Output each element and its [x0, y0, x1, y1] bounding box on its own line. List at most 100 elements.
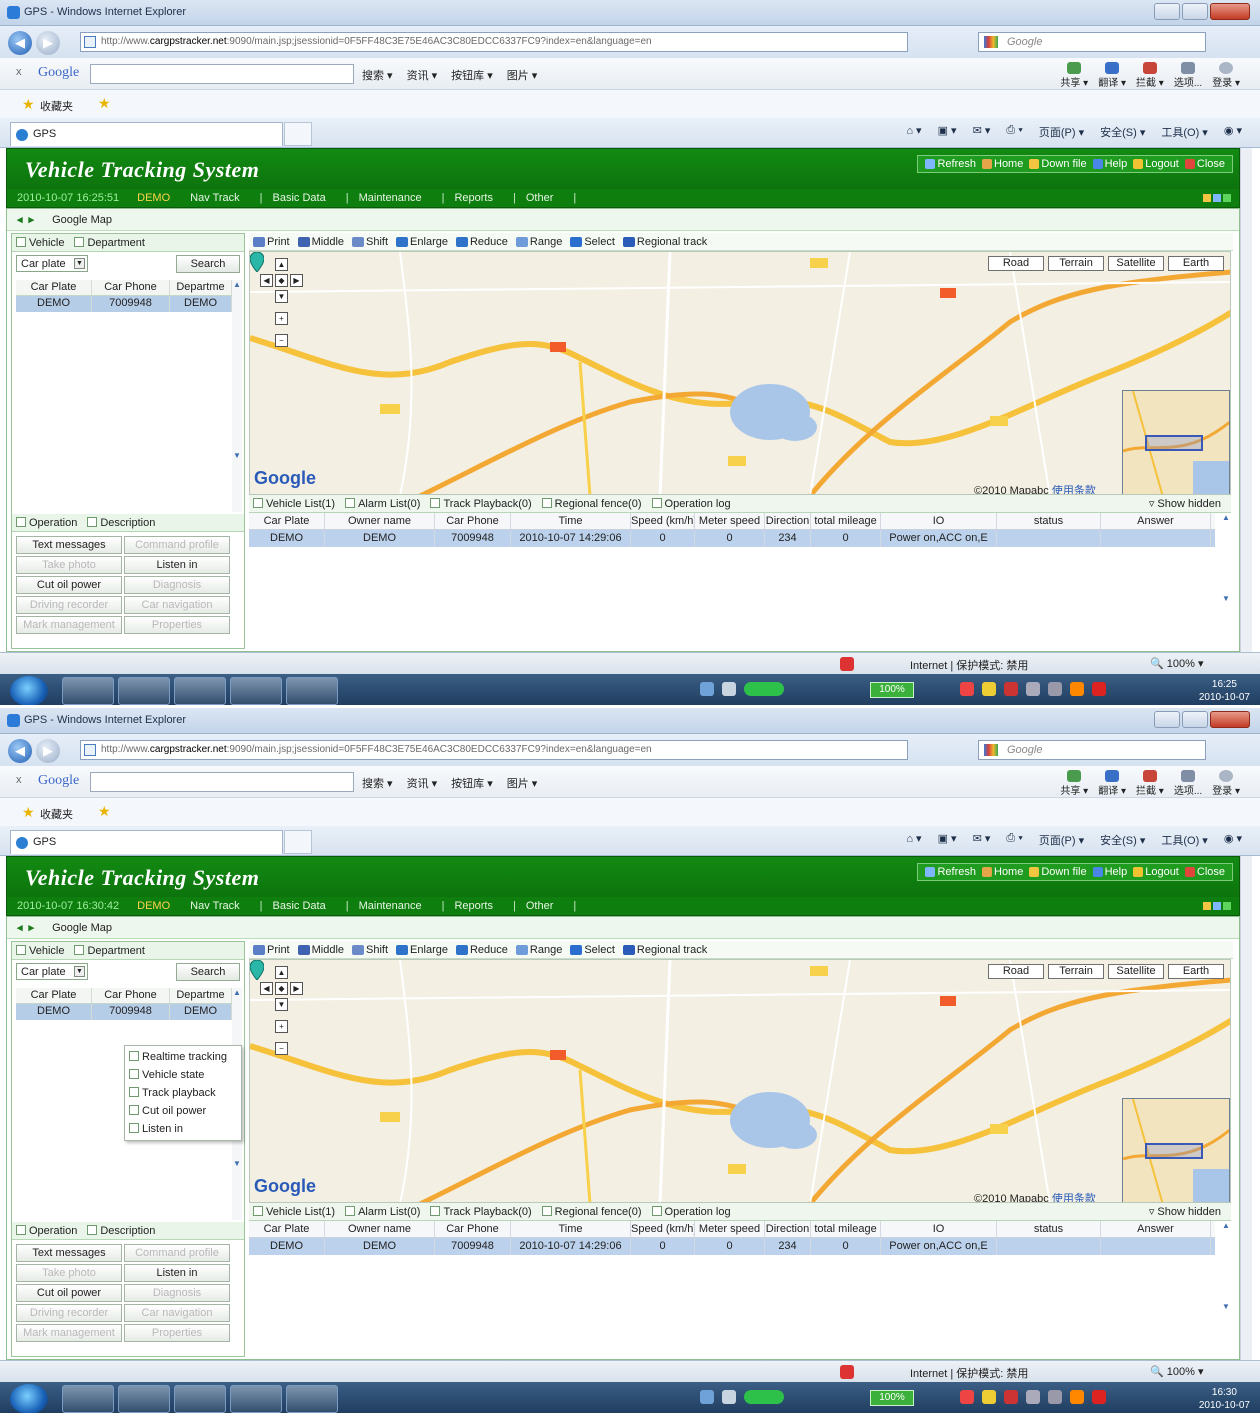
tray-help-icon[interactable]: [722, 1390, 736, 1404]
col-total-mileage[interactable]: total mileage: [811, 513, 881, 529]
col-owner-name[interactable]: Owner name: [325, 513, 435, 529]
tray-flash-icon[interactable]: [1092, 1390, 1106, 1404]
map-tool-regional-track[interactable]: Regional track: [622, 236, 707, 248]
add-favorite-icon[interactable]: ★: [98, 95, 111, 112]
tray-update-icon[interactable]: [1004, 1390, 1018, 1404]
taskbar-app-1[interactable]: [62, 1385, 114, 1413]
map-tool-print[interactable]: Print: [253, 236, 290, 248]
translate-button[interactable]: 翻译 ▾: [1098, 770, 1126, 797]
popup-blocked-icon[interactable]: [840, 657, 854, 671]
start-button[interactable]: [10, 1384, 48, 1413]
home-button[interactable]: Home: [979, 158, 1026, 170]
tab-operation-log[interactable]: Operation log: [651, 497, 731, 510]
logout-button[interactable]: Logout: [1130, 158, 1182, 170]
col-car-phone[interactable]: Car Phone: [92, 280, 170, 295]
tab-department[interactable]: Department: [74, 236, 145, 249]
toolbar-images-button[interactable]: 图片 ▾: [507, 67, 538, 83]
menu-basic-data[interactable]: Basic Data: [273, 192, 326, 204]
col-car-plate[interactable]: Car Plate: [16, 988, 92, 1003]
overview-map[interactable]: [1122, 1098, 1230, 1202]
tools-menu[interactable]: 工具(O) ▾: [1161, 124, 1207, 140]
toolbar-news-button[interactable]: 资讯 ▾: [407, 775, 438, 791]
tray-network2-icon[interactable]: [1048, 1390, 1062, 1404]
search-input[interactable]: Google: [978, 32, 1206, 52]
pan-up-icon[interactable]: ▲: [275, 966, 288, 979]
home-icon[interactable]: ⌂ ▾: [906, 832, 921, 848]
breadcrumb-google-map[interactable]: Google Map: [52, 922, 112, 934]
page-scrollbar[interactable]: [1240, 856, 1252, 1360]
close-window-button[interactable]: [1210, 3, 1250, 20]
map-tool-range[interactable]: Range: [515, 236, 562, 248]
col-status[interactable]: status: [997, 1221, 1101, 1237]
map-type-road[interactable]: Road: [988, 964, 1044, 979]
pan-left-icon[interactable]: ◀: [260, 274, 273, 287]
op-button-listen-in[interactable]: Listen in: [124, 1264, 230, 1282]
tray-network-icon[interactable]: [700, 682, 714, 696]
tray-help-icon[interactable]: [722, 682, 736, 696]
col-answer[interactable]: Answer: [1101, 513, 1211, 529]
close-button[interactable]: Close: [1182, 158, 1228, 170]
col-meter-speed[interactable]: Meter speed: [695, 513, 765, 529]
menu-nav-track[interactable]: Nav Track: [190, 192, 240, 204]
terms-link[interactable]: 使用条款: [1052, 1193, 1096, 1202]
close-button[interactable]: Close: [1182, 866, 1228, 878]
theme-yellow-icon[interactable]: [1203, 194, 1211, 202]
tab-department[interactable]: Department: [74, 944, 145, 957]
back-arrow-icon[interactable]: ◂: [17, 213, 23, 226]
feeds-icon[interactable]: ▣ ▾: [938, 832, 957, 848]
map-type-terrain[interactable]: Terrain: [1048, 964, 1104, 979]
help-button[interactable]: Help: [1090, 866, 1131, 878]
tray-network-icon[interactable]: [700, 1390, 714, 1404]
toolbar-search-button[interactable]: 搜索 ▾: [362, 775, 393, 791]
tab-operation-log[interactable]: Operation log: [651, 1205, 731, 1218]
context-realtime-tracking[interactable]: Realtime tracking: [125, 1048, 241, 1066]
help-button[interactable]: Help: [1090, 158, 1131, 170]
search-button[interactable]: Search: [176, 255, 240, 273]
safety-menu[interactable]: 安全(S) ▾: [1100, 124, 1145, 140]
map-tool-select[interactable]: Select: [570, 944, 615, 956]
overview-map[interactable]: [1122, 390, 1230, 494]
tray-security-icon[interactable]: [960, 682, 974, 696]
toolbar-search-button[interactable]: 搜索 ▾: [362, 67, 393, 83]
vehicle-row[interactable]: DEMO 7009948 DEMO: [16, 1004, 232, 1020]
toolbar-images-button[interactable]: 图片 ▾: [507, 775, 538, 791]
tab-operation[interactable]: Operation: [16, 1224, 77, 1237]
pan-down-icon[interactable]: ▼: [275, 998, 288, 1011]
address-input[interactable]: http://www.cargpstracker.net:9090/main.j…: [80, 740, 908, 760]
col-io[interactable]: IO: [881, 513, 997, 529]
overview-viewport[interactable]: [1145, 1143, 1203, 1159]
tab-description[interactable]: Description: [87, 1224, 155, 1237]
home-icon[interactable]: ⌂ ▾: [906, 124, 921, 140]
tab-vehicle-list[interactable]: Vehicle List(1): [253, 1205, 335, 1218]
minimize-button[interactable]: [1154, 3, 1180, 20]
col-car-phone[interactable]: Car Phone: [435, 513, 511, 529]
toolbar-buttons-button[interactable]: 按钮库 ▾: [451, 775, 493, 791]
tools-menu[interactable]: 工具(O) ▾: [1161, 832, 1207, 848]
share-button[interactable]: 共享 ▾: [1060, 770, 1088, 797]
new-tab-button[interactable]: [284, 122, 312, 146]
login-button[interactable]: 登录 ▾: [1212, 62, 1240, 89]
pan-left-icon[interactable]: ◀: [260, 982, 273, 995]
map-type-satellite[interactable]: Satellite: [1108, 256, 1164, 271]
terms-link[interactable]: 使用条款: [1052, 485, 1096, 494]
start-button[interactable]: [10, 676, 48, 705]
map-tool-enlarge[interactable]: Enlarge: [396, 944, 448, 956]
zoom-level[interactable]: 🔍 100% ▾: [1150, 1365, 1203, 1378]
tray-volume-icon[interactable]: [982, 682, 996, 696]
down-file-button[interactable]: Down file: [1026, 866, 1089, 878]
map-tool-print[interactable]: Print: [253, 944, 290, 956]
col-car-plate[interactable]: Car Plate: [249, 1221, 325, 1237]
context-track-playback[interactable]: Track playback: [125, 1084, 241, 1102]
context-vehicle-state[interactable]: Vehicle state: [125, 1066, 241, 1084]
close-toolbar-icon[interactable]: x: [16, 66, 22, 78]
tab-operation[interactable]: Operation: [16, 516, 77, 529]
login-button[interactable]: 登录 ▾: [1212, 770, 1240, 797]
theme-blue-icon[interactable]: [1213, 194, 1221, 202]
col-speed-km-h-[interactable]: Speed (km/h): [631, 513, 695, 529]
taskbar-word[interactable]: [118, 1385, 170, 1413]
page-menu[interactable]: 页面(P) ▾: [1039, 124, 1084, 140]
restore-button[interactable]: [1182, 711, 1208, 728]
help-menu[interactable]: ◉ ▾: [1224, 124, 1242, 140]
page-scrollbar[interactable]: [1240, 148, 1252, 652]
map-tool-range[interactable]: Range: [515, 944, 562, 956]
